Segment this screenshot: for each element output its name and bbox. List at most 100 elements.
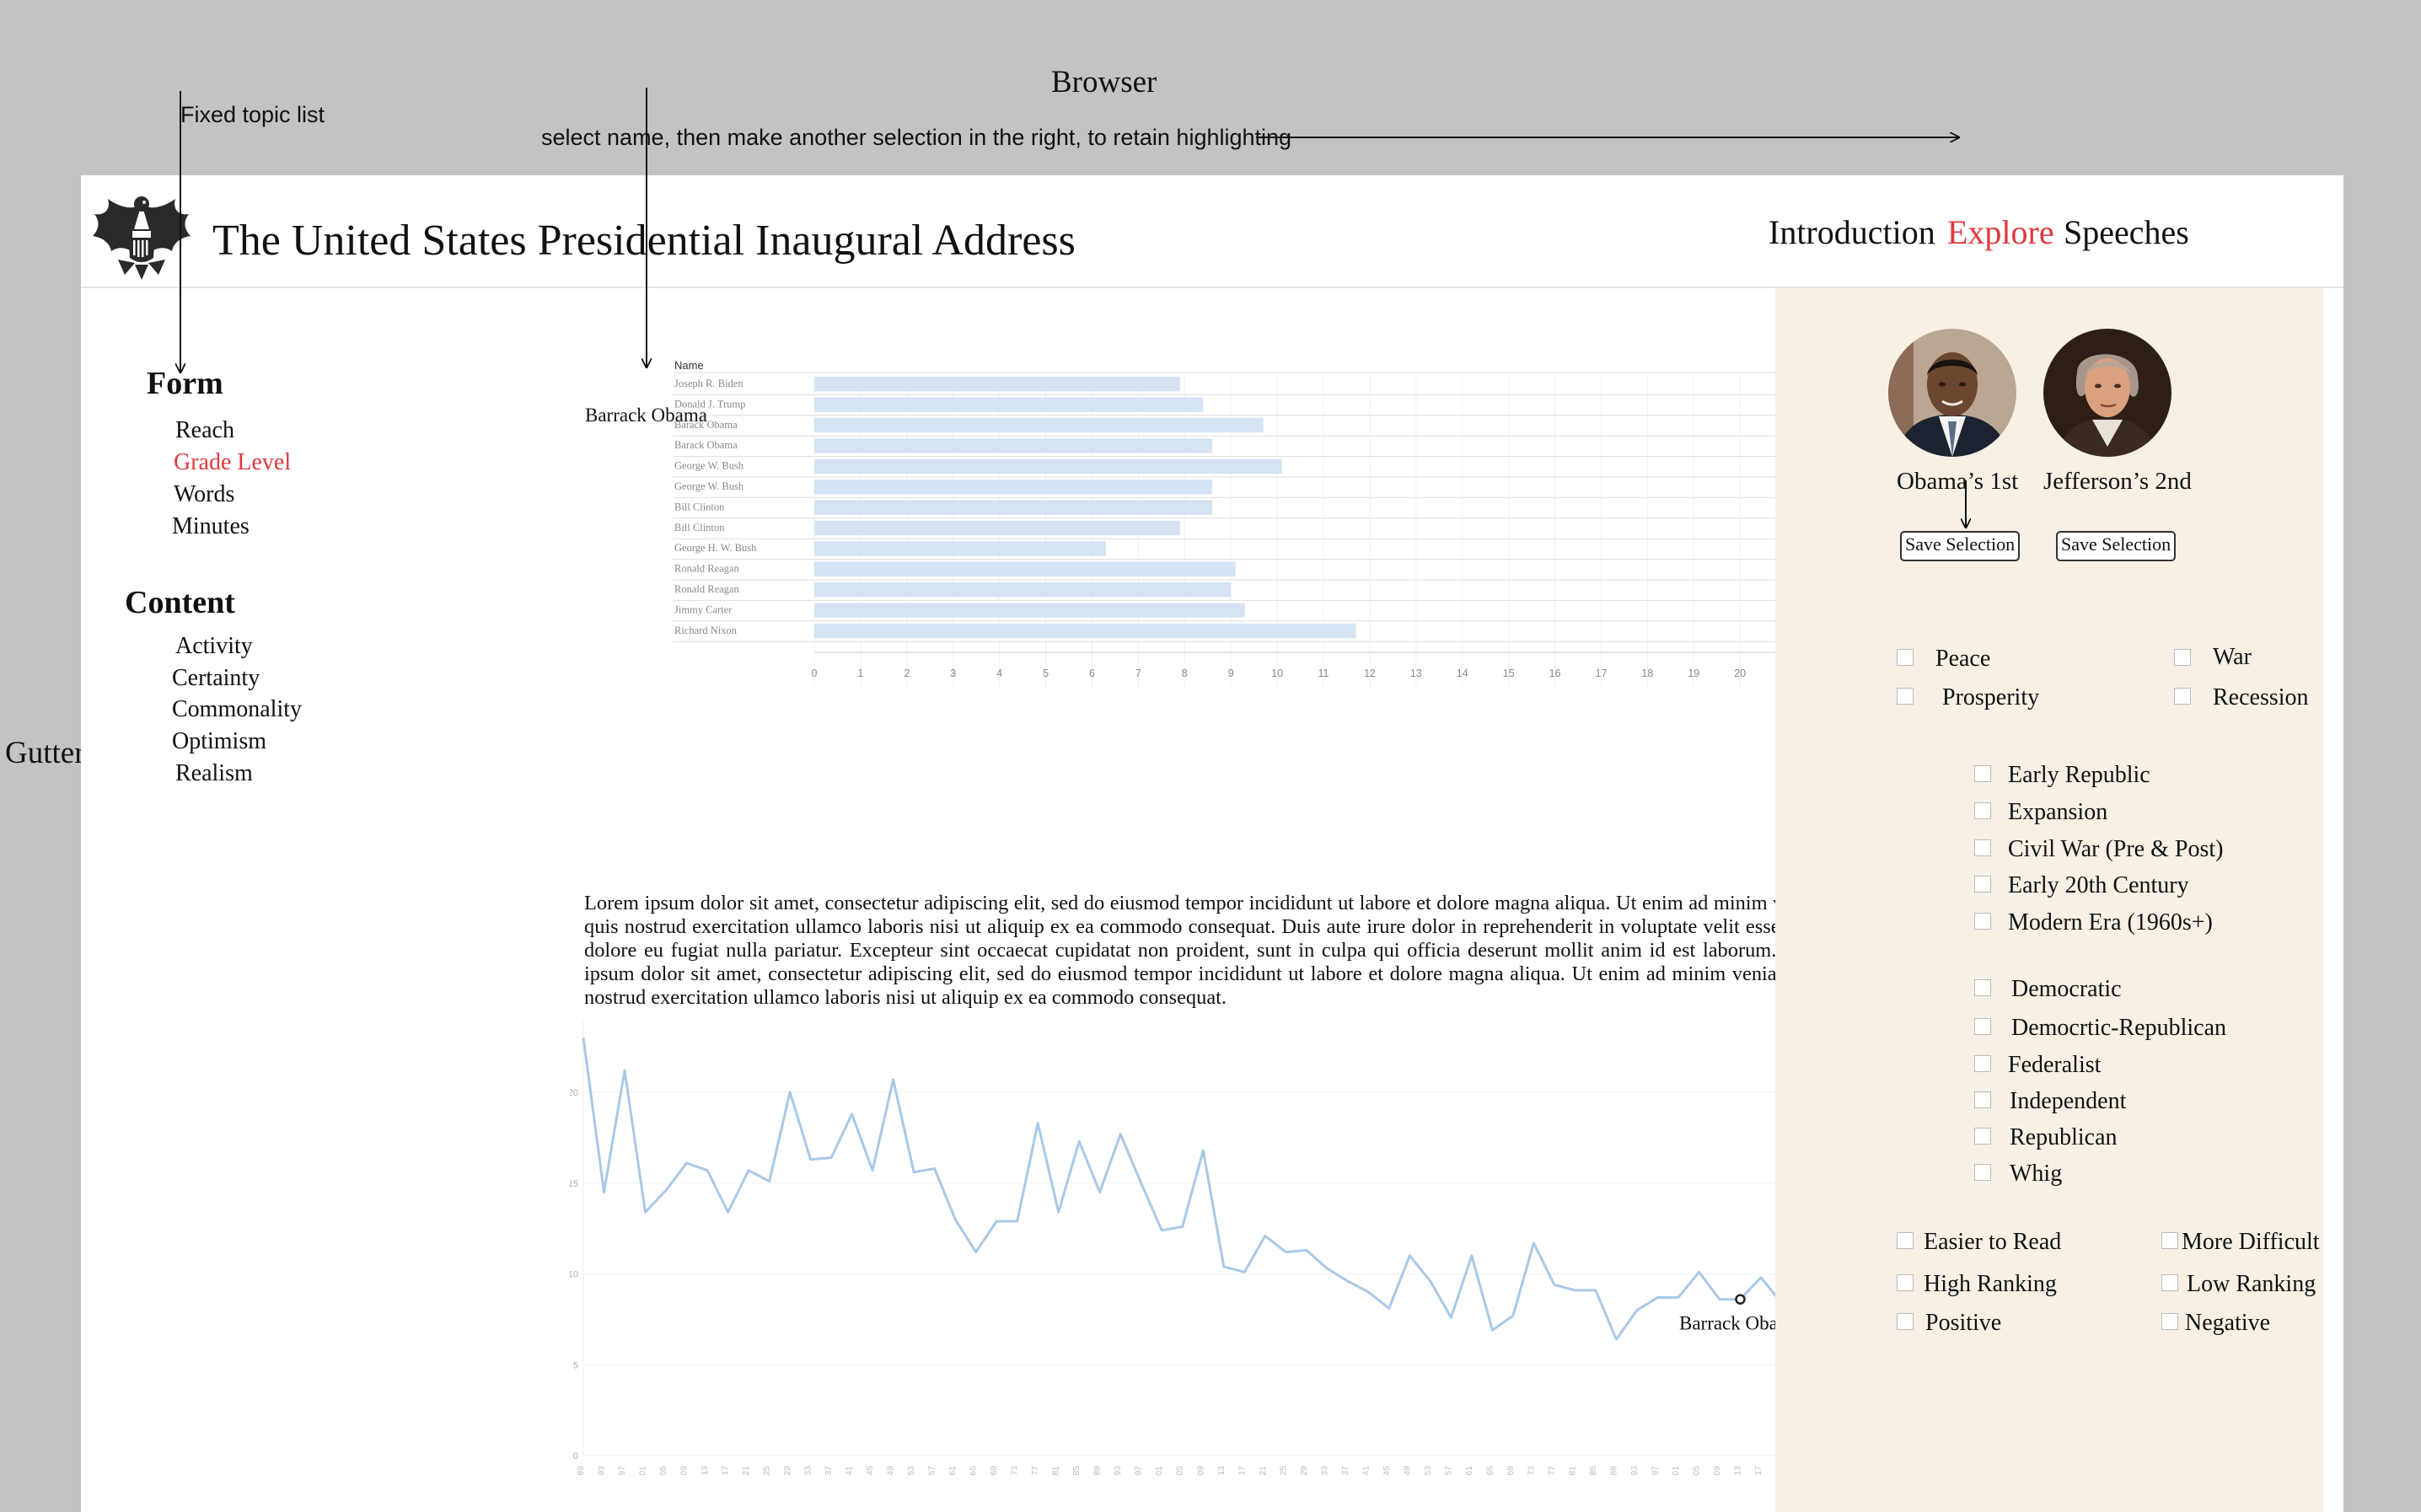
line-x-tick-label: 13 [701, 1466, 710, 1476]
negative-label: Negative [2185, 1310, 2271, 1336]
easier-to-read-checkbox[interactable] [1897, 1232, 1914, 1249]
high-ranking-label: High Ranking [1924, 1271, 2057, 1297]
party-democratic-republican-checkbox[interactable] [1974, 1018, 1991, 1035]
era-early-20th-label: Early 20th Century [2008, 872, 2189, 898]
line-x-tick-label: 29 [1300, 1466, 1309, 1476]
bar-x-tick-label: 2 [904, 668, 910, 679]
low-ranking-label: Low Ranking [2187, 1271, 2316, 1297]
era-modern-checkbox[interactable] [1974, 913, 1991, 930]
topic-commonality[interactable]: Commonality [172, 696, 302, 723]
topic-optimism[interactable]: Optimism [172, 728, 266, 755]
line-y-tick-label: 20 [570, 1088, 578, 1098]
save-selection-button-jefferson[interactable]: Save Selection [2056, 531, 2177, 561]
positive-label: Positive [1925, 1310, 2002, 1336]
line-x-tick-label: 89 [577, 1466, 586, 1476]
line-x-tick-label: 49 [1403, 1466, 1412, 1476]
era-civil-war-label: Civil War (Pre & Post) [2008, 836, 2224, 862]
line-x-tick-label: 33 [804, 1466, 813, 1476]
gutter-annotation: Gutter [5, 736, 85, 770]
line-x-tick-label: 13 [1217, 1466, 1227, 1476]
party-federalist-label: Federalist [2008, 1052, 2102, 1078]
line-x-tick-label: 09 [1713, 1466, 1722, 1476]
highlight-point [1735, 1294, 1746, 1305]
era-early-republic-label: Early Republic [2008, 762, 2150, 788]
site-title: The United States Presidential Inaugural… [212, 217, 1076, 265]
easier-to-read-label: Easier to Read [1924, 1229, 2062, 1255]
save-selection-button-obama[interactable]: Save Selection [1900, 531, 2021, 561]
topic-certainty[interactable]: Certainty [172, 665, 260, 692]
bar [814, 500, 1213, 515]
line-x-tick-label: 05 [1692, 1466, 1701, 1476]
jefferson-portrait-icon[interactable] [2043, 329, 2171, 457]
nav-speeches[interactable]: Speeches [2064, 212, 2189, 252]
line-x-tick-label: 37 [1341, 1466, 1350, 1476]
bar [814, 438, 1213, 453]
line-x-tick-label: 53 [1424, 1466, 1433, 1476]
nav-introduction[interactable]: Introduction [1769, 212, 1935, 252]
line-x-tick-label: 01 [639, 1466, 648, 1476]
topic-minutes[interactable]: Minutes [172, 513, 250, 540]
bar-category-label: Ronald Reagan [674, 583, 739, 595]
line-x-tick-label: 73 [1011, 1466, 1020, 1476]
bar-x-tick-label: 5 [1043, 668, 1049, 679]
browser-annotation: Browser [1051, 65, 1157, 99]
eagle-seal-icon [93, 196, 191, 280]
line-x-tick-label: 97 [1135, 1466, 1144, 1476]
line-x-tick-label: 41 [845, 1466, 855, 1476]
bar-x-tick-label: 1 [857, 668, 863, 679]
bar-x-tick-label: 19 [1688, 668, 1699, 679]
bar [814, 582, 1232, 598]
line-x-tick-label: 69 [990, 1466, 999, 1476]
era-expansion-checkbox[interactable] [1974, 802, 1991, 819]
line-x-tick-label: 89 [1609, 1466, 1618, 1476]
bar [814, 480, 1213, 495]
party-republican-checkbox[interactable] [1974, 1128, 1991, 1145]
peace-checkbox[interactable] [1897, 649, 1914, 666]
party-federalist-checkbox[interactable] [1974, 1055, 1991, 1072]
site-header: The United States Presidential Inaugural… [81, 175, 2343, 288]
era-modern-label: Modern Era (1960s+) [2008, 909, 2213, 936]
party-democratic-label: Democratic [2011, 976, 2122, 1002]
line-x-tick-label: 93 [1630, 1466, 1640, 1476]
bar [814, 417, 1264, 433]
bar-x-tick-label: 14 [1457, 668, 1468, 679]
era-early-20th-checkbox[interactable] [1974, 876, 1991, 893]
bar-x-tick-label: 7 [1135, 668, 1141, 679]
prosperity-label: Prosperity [1942, 684, 2040, 710]
topic-activity[interactable]: Activity [175, 633, 253, 660]
topic-reach[interactable]: Reach [175, 417, 234, 444]
line-x-tick-label: 17 [722, 1466, 731, 1476]
era-civil-war-checkbox[interactable] [1974, 839, 1991, 856]
topic-grade-level[interactable]: Grade Level [174, 449, 291, 476]
bar-x-tick-label: 0 [812, 668, 818, 679]
line-x-tick-label: 05 [1176, 1466, 1185, 1476]
prosperity-checkbox[interactable] [1897, 688, 1914, 705]
line-y-tick-label: 5 [573, 1360, 578, 1370]
negative-checkbox[interactable] [2161, 1313, 2178, 1330]
filter-panel: Obama’s 1st Jefferson’s 2nd Save Selecti… [1775, 288, 2323, 1512]
topic-words[interactable]: Words [174, 481, 234, 508]
recession-checkbox[interactable] [2174, 688, 2191, 705]
topic-realism[interactable]: Realism [175, 760, 253, 787]
bar-x-tick-label: 3 [950, 668, 956, 679]
bar [814, 623, 1356, 639]
era-early-republic-checkbox[interactable] [1974, 765, 1991, 782]
obama-portrait-icon[interactable] [1888, 329, 2016, 457]
party-democratic-checkbox[interactable] [1974, 979, 1991, 996]
era-expansion-label: Expansion [2008, 799, 2108, 825]
nav-explore[interactable]: Explore [1947, 212, 2054, 252]
bar [814, 541, 1106, 556]
more-difficult-checkbox[interactable] [2161, 1232, 2178, 1249]
high-ranking-checkbox[interactable] [1897, 1274, 1914, 1291]
line-x-tick-label: 85 [1589, 1466, 1598, 1476]
party-independent-checkbox[interactable] [1974, 1091, 1991, 1108]
party-whig-checkbox[interactable] [1974, 1164, 1991, 1181]
bar-x-tick-label: 6 [1089, 668, 1095, 679]
war-checkbox[interactable] [2174, 649, 2191, 666]
line-x-tick-label: 81 [1052, 1466, 1061, 1476]
bar-category-label: Barack Obama [674, 439, 738, 451]
bar-x-tick-label: 13 [1410, 668, 1422, 679]
line-x-tick-label: 57 [928, 1466, 937, 1476]
low-ranking-checkbox[interactable] [2161, 1274, 2178, 1291]
positive-checkbox[interactable] [1897, 1313, 1914, 1330]
